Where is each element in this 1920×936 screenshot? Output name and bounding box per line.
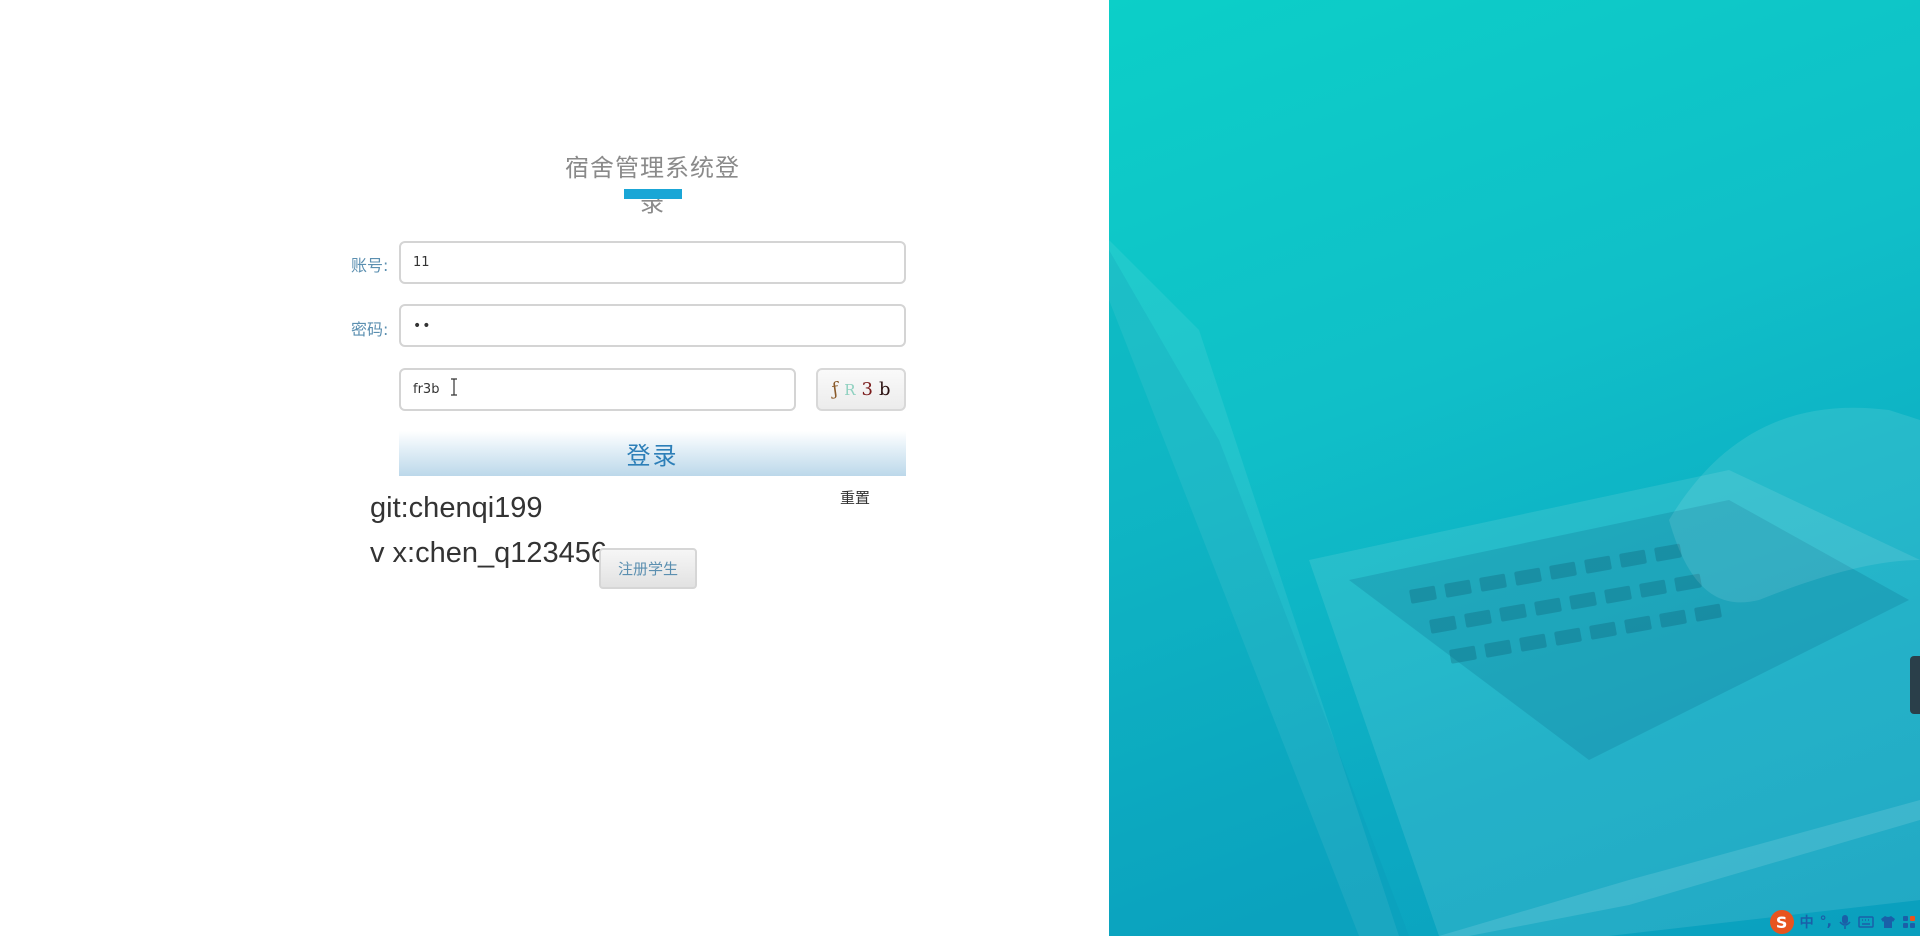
ime-mode[interactable]: 中 — [1800, 912, 1814, 932]
captcha-image[interactable]: ƒ R 3 b — [816, 368, 906, 411]
page-title: 宿舍管理系统登录 — [565, 154, 740, 217]
background-image: S 中 °, — [1109, 0, 1920, 936]
grid-icon[interactable] — [1902, 915, 1916, 929]
account-label: 账号: — [351, 256, 389, 275]
captcha-char: ƒ — [830, 378, 840, 401]
password-input[interactable] — [399, 304, 906, 347]
captcha-input[interactable] — [399, 368, 796, 411]
captcha-char: b — [878, 379, 891, 400]
wechat-info: v x:chen_q123456 — [370, 537, 608, 569]
laptop-illustration — [1109, 240, 1920, 936]
captcha-char: 3 — [861, 379, 873, 400]
side-drag-handle[interactable] — [1910, 656, 1920, 714]
title-underline — [624, 189, 682, 199]
login-button[interactable]: 登录 — [399, 431, 906, 476]
login-page: 宿舍管理系统登录 账号: 密码: ƒ R 3 b 登录 重置 git:chenq… — [0, 0, 1920, 936]
account-input[interactable] — [399, 241, 906, 284]
captcha-char: R — [844, 380, 856, 399]
password-label: 密码: — [351, 320, 389, 339]
register-student-button[interactable]: 注册学生 — [599, 548, 697, 589]
login-panel: 宿舍管理系统登录 账号: 密码: ƒ R 3 b 登录 重置 git:chenq… — [0, 0, 1109, 936]
ime-punctuation[interactable]: °, — [1820, 914, 1832, 930]
git-info: git:chenqi199 — [370, 492, 543, 524]
sogou-logo-icon[interactable]: S — [1769, 910, 1794, 934]
reset-link[interactable]: 重置 — [840, 487, 870, 508]
text-cursor-icon — [451, 378, 457, 396]
ime-toolbar: S 中 °, — [1766, 908, 1920, 936]
microphone-icon[interactable] — [1838, 914, 1852, 930]
keyboard-icon[interactable] — [1858, 915, 1874, 929]
shirt-icon[interactable] — [1880, 915, 1896, 929]
